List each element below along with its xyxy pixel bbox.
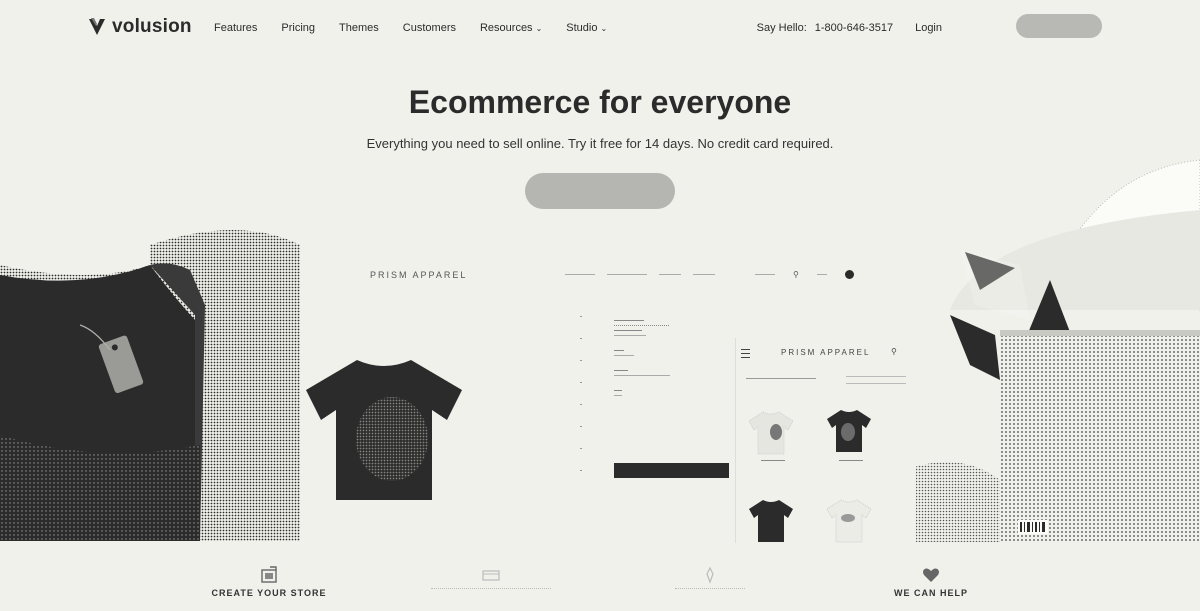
brand-name: volusion (112, 16, 192, 37)
hero-title: Ecommerce for everyone (408, 84, 792, 120)
nav-features[interactable]: Features (214, 22, 257, 34)
shipping-box-illustration (905, 159, 1200, 542)
search-icon[interactable]: ⚲ (793, 270, 799, 279)
qty-input[interactable] (614, 395, 622, 396)
store-search-link[interactable] (755, 274, 775, 275)
volusion-v-logo-icon (89, 18, 105, 35)
say-hello-label: Say Hello: (756, 22, 807, 34)
size-select[interactable] (614, 375, 670, 376)
product-thumbnail[interactable] (826, 408, 872, 454)
color-label (614, 350, 624, 351)
main-menu: Features Pricing Themes Customers Resour… (214, 22, 607, 34)
feature-label: WE CAN HELP (894, 588, 968, 598)
store-demo: PRISM APPAREL ⚲ PRISM APPAREL ⚲ (306, 258, 920, 543)
store-nav-placeholder (693, 274, 715, 275)
store-brand: PRISM APPAREL (370, 270, 468, 280)
nav-features-label: Features (214, 22, 258, 34)
sku-row (614, 335, 646, 336)
nav-pricing-label: Pricing (281, 22, 316, 34)
nav-utility: Say Hello: 1-800-646-3517 Login (757, 22, 942, 34)
product-thumbnail[interactable] (748, 498, 794, 544)
product-details (614, 318, 732, 396)
feature-create-store[interactable]: CREATE YOUR STORE (189, 548, 349, 598)
nav-themes[interactable]: Themes (339, 22, 379, 34)
nav-themes-label: Themes (339, 22, 379, 34)
phone-number: 1-800-646-3517 (814, 22, 894, 34)
mobile-heading-placeholder (746, 378, 816, 379)
tshirt-product-image (306, 360, 462, 500)
color-select[interactable] (614, 355, 634, 356)
brand-logo[interactable]: volusion (88, 16, 192, 38)
browser-icon (482, 570, 500, 581)
hero-subtitle: Everything you need to sell online. Try … (366, 136, 834, 151)
add-to-cart-button[interactable] (614, 463, 729, 478)
search-icon[interactable]: ⚲ (891, 347, 897, 356)
feature-2[interactable] (411, 548, 571, 589)
mobile-filter[interactable] (846, 376, 906, 384)
size-label (614, 370, 628, 371)
hamburger-menu-icon[interactable] (741, 349, 750, 358)
hero-cta-button[interactable] (525, 173, 675, 209)
nav-customers[interactable]: Customers (403, 22, 456, 34)
top-navigation: volusion Features Pricing Themes Custome… (0, 0, 1200, 56)
feature-label-placeholder (431, 588, 551, 589)
nav-studio-label: Studio (566, 22, 598, 34)
store-cart-link[interactable] (816, 274, 827, 275)
product-thumbnail-caption (839, 460, 863, 461)
login-link[interactable]: Login (915, 22, 942, 34)
nav-cta-button[interactable] (1016, 14, 1102, 38)
qty-label (614, 390, 622, 391)
nav-studio[interactable]: Studio ⌄ (566, 22, 607, 34)
cart-icon[interactable] (844, 270, 854, 279)
heart-icon (923, 568, 939, 582)
price-row (614, 330, 642, 331)
chevron-down-icon: ⌄ (600, 23, 608, 33)
store-nav-placeholder (607, 274, 647, 275)
mobile-store-preview: PRISM APPAREL ⚲ (735, 338, 916, 543)
folded-shirt-illustration (0, 205, 300, 541)
phone-contact[interactable]: Say Hello: 1-800-646-3517 (757, 22, 893, 34)
product-name-placeholder (614, 320, 644, 321)
store-nav (517, 271, 715, 275)
feature-label: CREATE YOUR STORE (211, 588, 327, 598)
feature-3[interactable] (630, 548, 790, 589)
store-nav-placeholder (659, 274, 681, 275)
rating-row (614, 325, 669, 326)
nav-pricing[interactable]: Pricing (281, 22, 315, 34)
store-nav-placeholder (565, 274, 595, 275)
feature-we-can-help[interactable]: WE CAN HELP (851, 548, 1011, 598)
feature-label-placeholder (675, 588, 745, 589)
mobile-store-brand: PRISM APPAREL (781, 348, 871, 357)
image-thumbnail-dots (580, 316, 582, 476)
store-icon (261, 566, 277, 583)
product-thumbnail-caption (761, 460, 785, 461)
feature-tabs: CREATE YOUR STORE WE CAN HELP (0, 548, 1200, 611)
chevron-down-icon: ⌄ (535, 23, 543, 33)
store-utility: ⚲ (755, 270, 854, 279)
product-thumbnail[interactable] (748, 410, 794, 456)
rocket-icon (706, 566, 714, 584)
nav-resources-label: Resources (479, 22, 533, 34)
nav-resources[interactable]: Resources ⌄ (480, 22, 542, 34)
nav-customers-label: Customers (402, 22, 456, 34)
product-thumbnail[interactable] (826, 498, 872, 544)
